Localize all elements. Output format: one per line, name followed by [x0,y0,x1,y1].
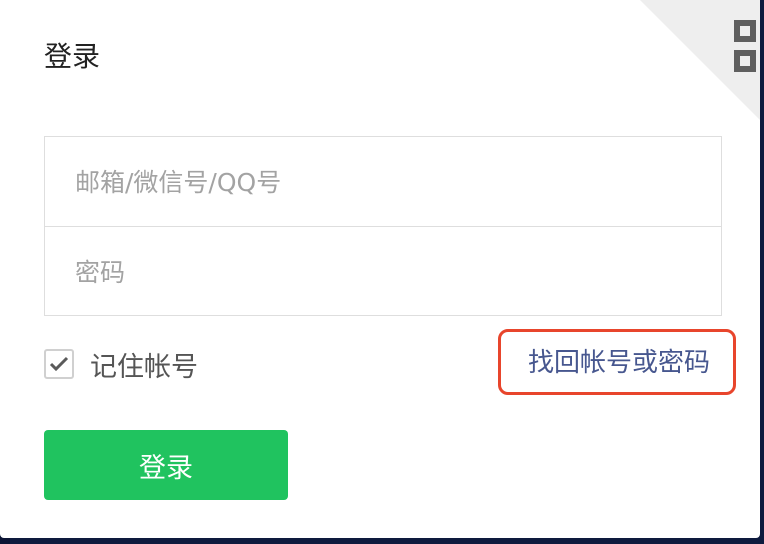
qr-login-toggle[interactable] [640,0,760,120]
password-input[interactable] [75,227,675,317]
password-field-row [45,227,721,317]
remember-checkbox[interactable] [44,349,74,379]
remember-label: 记住帐号 [90,351,198,383]
dialog-title: 登录 [44,40,101,73]
checkmark-icon [49,356,69,372]
remember-account[interactable]: 记住帐号 [44,346,198,383]
account-field-row [45,137,721,227]
qr-code-icon [640,0,760,120]
recover-account-link[interactable]: 找回帐号或密码 [528,343,710,383]
login-dialog: 登录 邮箱/微信号/QQ号 记住帐号 找回帐号或密码 登录 [0,0,760,538]
login-button[interactable]: 登录 [44,430,288,500]
account-input[interactable] [75,137,675,227]
login-form [44,136,722,317]
